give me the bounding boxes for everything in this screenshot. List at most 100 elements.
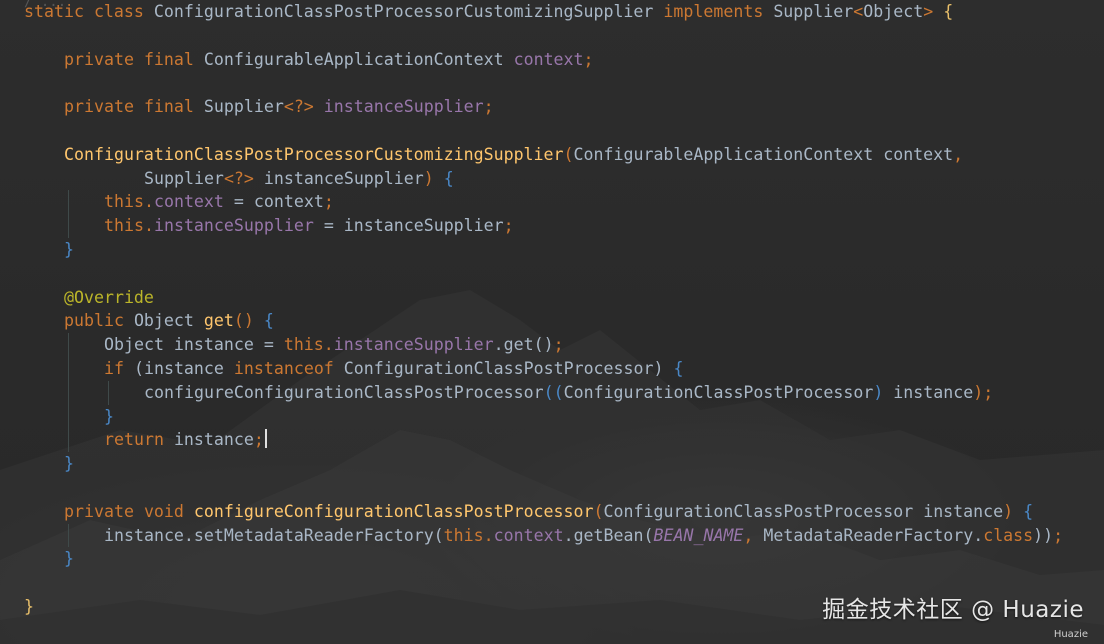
- code-line[interactable]: @Override: [0, 286, 1104, 310]
- code-token: .getBean(: [563, 525, 654, 545]
- indent-guide: [68, 428, 69, 453]
- code-line[interactable]: return instance;: [0, 428, 1104, 453]
- indent-guide: [68, 380, 69, 405]
- code-token: context: [513, 49, 584, 69]
- code-area[interactable]: static class ConfigurationClassPostProce…: [0, 0, 1104, 619]
- code-token: ;: [503, 216, 514, 236]
- code-token: .: [483, 525, 494, 545]
- code-line[interactable]: if (instance instanceof ConfigurationCla…: [0, 356, 1104, 381]
- code-token: >: [923, 2, 944, 21]
- code-line[interactable]: [0, 24, 1104, 48]
- code-token: Supplier: [203, 97, 284, 117]
- code-line[interactable]: Supplier<?> instanceSupplier) {: [0, 167, 1104, 191]
- code-token: instanceSupplier: [333, 335, 494, 355]
- code-token: instance: [173, 430, 254, 450]
- code-line[interactable]: this.context = context;: [0, 190, 1104, 215]
- code-line[interactable]: this.instanceSupplier = instanceSupplier…: [0, 214, 1104, 238]
- code-token: {: [443, 168, 454, 188]
- code-line[interactable]: static class ConfigurationClassPostProce…: [0, 0, 1104, 24]
- code-token: class: [983, 525, 1034, 545]
- code-line[interactable]: [0, 119, 1104, 143]
- code-token: .: [143, 216, 154, 236]
- code-token: ): [873, 382, 894, 402]
- code-line[interactable]: public Object get() {: [0, 309, 1104, 333]
- code-line[interactable]: private void configureConfigurationClass…: [0, 500, 1104, 524]
- code-token: <?>: [223, 168, 264, 188]
- code-token: final: [143, 97, 204, 117]
- code-token: ;: [553, 335, 564, 355]
- code-line[interactable]: }: [0, 452, 1104, 476]
- indent-guide: [68, 190, 69, 215]
- code-token: this: [104, 192, 144, 212]
- code-token: .get(): [493, 335, 554, 355]
- code-token: ConfigurableApplicationContext context: [573, 144, 954, 164]
- code-token: void: [143, 501, 194, 521]
- code-token: public: [64, 311, 134, 331]
- code-token: @Override: [64, 287, 154, 307]
- code-token: class: [93, 2, 154, 21]
- code-line[interactable]: [0, 476, 1104, 500]
- code-token: }: [64, 549, 74, 569]
- code-line[interactable]: private final Supplier<?> instanceSuppli…: [0, 95, 1104, 119]
- code-token: )): [1033, 525, 1054, 545]
- code-token: ;: [583, 49, 594, 69]
- code-line[interactable]: Object instance = this.instanceSupplier.…: [0, 333, 1104, 357]
- code-token: BEAN_NAME: [653, 525, 744, 545]
- text-caret: [264, 429, 267, 449]
- code-token: ): [973, 382, 984, 402]
- code-token: this: [443, 525, 484, 545]
- watermark-sub: Huazie: [1053, 629, 1088, 640]
- code-token: ): [423, 168, 444, 188]
- code-token: }: [104, 406, 114, 426]
- code-line[interactable]: [0, 71, 1104, 95]
- code-token: {: [1023, 501, 1034, 521]
- code-token: context: [153, 192, 234, 212]
- code-token: Supplier: [144, 168, 224, 188]
- code-line[interactable]: instance.setMetadataReaderFactory(this.c…: [0, 523, 1104, 548]
- code-token: private: [64, 49, 144, 69]
- code-token: .: [323, 335, 334, 355]
- code-line[interactable]: }: [0, 238, 1104, 262]
- code-token: instanceSupplier: [323, 97, 484, 117]
- code-token: Object instance =: [104, 335, 284, 355]
- code-token: configureConfigurationClassPostProcessor: [144, 382, 544, 402]
- code-token: ;: [323, 192, 334, 212]
- code-token: private: [64, 97, 144, 117]
- code-token: instanceof: [233, 358, 344, 378]
- indent-guide: [108, 380, 109, 405]
- code-token: context: [493, 525, 564, 545]
- code-token: ;: [483, 97, 494, 117]
- code-token: ConfigurationClassPostProcessor: [563, 382, 874, 402]
- code-token: instance.setMetadataReaderFactory(: [104, 525, 444, 545]
- code-token: ConfigurableApplicationContext: [203, 49, 514, 69]
- code-line[interactable]: }: [0, 547, 1104, 571]
- code-token: ConfigurationClassPostProcessor instance: [603, 501, 1004, 521]
- code-token: }: [64, 239, 74, 259]
- code-line[interactable]: private final ConfigurableApplicationCon…: [0, 48, 1104, 72]
- code-token: Object: [863, 2, 924, 21]
- indent-guide: [68, 333, 69, 357]
- code-token: final: [143, 49, 204, 69]
- code-token: = context: [233, 192, 324, 212]
- code-line[interactable]: }: [0, 404, 1104, 429]
- code-line[interactable]: ConfigurationClassPostProcessorCustomizi…: [0, 143, 1104, 167]
- code-line[interactable]: [0, 262, 1104, 286]
- code-token: ,: [743, 525, 764, 545]
- indent-guide: [68, 523, 69, 548]
- code-line[interactable]: configureConfigurationClassPostProcessor…: [0, 380, 1104, 405]
- indent-guide: [68, 404, 69, 429]
- code-token: {: [673, 358, 684, 378]
- indent-guide: [68, 214, 69, 238]
- code-token: Supplier: [773, 2, 854, 21]
- code-token: MetadataReaderFactory.: [763, 525, 984, 545]
- code-token: (instance: [133, 358, 234, 378]
- code-token: ConfigurationClassPostProcessor): [343, 358, 674, 378]
- code-token: ((: [543, 382, 564, 402]
- code-token: (: [563, 144, 574, 164]
- code-token: }: [64, 454, 74, 474]
- code-token: if: [104, 358, 134, 378]
- code-token: instanceSupplier: [263, 168, 424, 188]
- code-token: ;: [253, 430, 264, 450]
- code-token: <?>: [283, 97, 324, 117]
- code-editor[interactable]: / ... static class ConfigurationClassPos…: [0, 0, 1104, 644]
